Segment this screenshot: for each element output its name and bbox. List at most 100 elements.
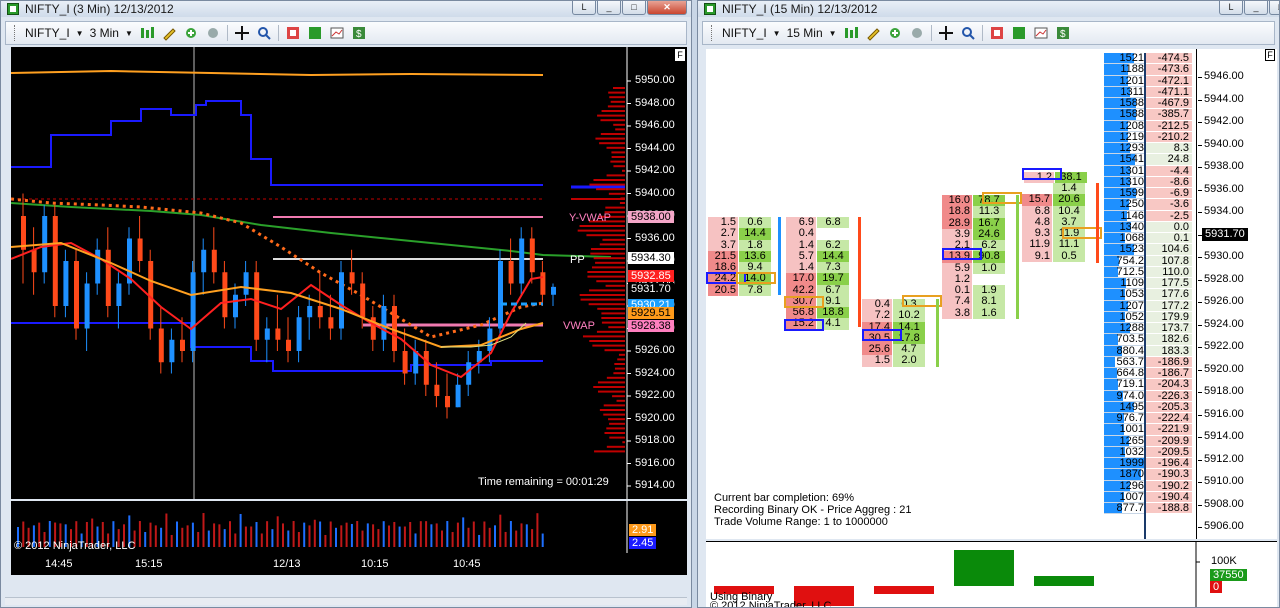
candle-body bbox=[264, 328, 270, 340]
restore-button[interactable]: L bbox=[1219, 1, 1243, 15]
footprint-ask-cell: 6.8 bbox=[817, 216, 849, 229]
svg-text:$: $ bbox=[356, 29, 362, 40]
volume-bar bbox=[398, 526, 401, 547]
candle-body bbox=[95, 249, 101, 284]
add-indicator-icon[interactable] bbox=[183, 25, 199, 41]
chart-properties-icon[interactable] bbox=[1033, 25, 1049, 41]
info-line: Trade Volume Range: 1 to 1000000 bbox=[714, 516, 888, 528]
volume-profile-bar bbox=[603, 413, 625, 416]
toolbar-grip bbox=[711, 25, 714, 41]
dollar-icon[interactable]: $ bbox=[351, 25, 367, 41]
price-tick bbox=[1198, 144, 1202, 146]
ladder-volume: 1588 bbox=[1104, 109, 1144, 121]
right-window-title: NIFTY_I (15 Min) 12/13/2012 bbox=[722, 2, 878, 16]
price-axis-label: 5926.00 bbox=[1204, 295, 1244, 307]
right-title-bar[interactable]: NIFTY_I (15 Min) 12/13/2012 L _ □ bbox=[698, 1, 1279, 17]
minimize-button[interactable]: _ bbox=[597, 1, 621, 15]
restore-button[interactable]: L bbox=[572, 1, 596, 15]
f-button[interactable]: F bbox=[1265, 49, 1275, 61]
price-axis-label: 5910.00 bbox=[1204, 475, 1244, 487]
f-button[interactable]: F bbox=[675, 49, 685, 61]
strategy-icon[interactable] bbox=[909, 25, 925, 41]
crosshair-icon[interactable] bbox=[234, 25, 250, 41]
candle-body bbox=[307, 306, 313, 318]
volume-profile-bar bbox=[613, 165, 625, 168]
volume-profile-bar bbox=[589, 340, 625, 342]
left-title-bar[interactable]: NIFTY_I (3 Min) 12/13/2012 L _ □ ✕ bbox=[1, 1, 691, 17]
add-indicator-icon[interactable] bbox=[887, 25, 903, 41]
toolbar-separator bbox=[277, 25, 279, 41]
ladder-divider bbox=[1144, 53, 1146, 539]
volume-profile-bar bbox=[606, 445, 625, 448]
volume-bar bbox=[250, 526, 253, 547]
candle-body bbox=[190, 272, 196, 351]
interval-selector[interactable]: 3 Min bbox=[90, 26, 119, 40]
price-axis-label: 5942.00 bbox=[635, 164, 675, 176]
minimize-button[interactable]: _ bbox=[1244, 1, 1268, 15]
left-volume-panel[interactable]: 2.91 2.45 © 2012 NinjaTrader, LLC bbox=[11, 501, 687, 553]
ninjatrader-icon bbox=[704, 3, 716, 15]
price-axis-label: 5912.00 bbox=[1204, 452, 1244, 465]
left-scrollbar[interactable] bbox=[5, 597, 687, 605]
price-axis-label: 5922.00 bbox=[1204, 340, 1244, 352]
maximize-button[interactable]: □ bbox=[1269, 1, 1279, 15]
price-flag: 5931.70 bbox=[628, 283, 674, 295]
price-axis-label: 5938.00 bbox=[1204, 160, 1244, 172]
price-tick bbox=[1198, 347, 1202, 348]
candle-body bbox=[349, 272, 355, 284]
price-tick bbox=[1198, 189, 1202, 191]
data-box-icon[interactable] bbox=[1011, 25, 1027, 41]
strategy-icon[interactable] bbox=[205, 25, 221, 41]
toolbar-grip bbox=[14, 25, 17, 41]
ladder-delta: -473.6 bbox=[1146, 64, 1192, 76]
delta-panel[interactable]: 100K 37550 0 Using Binary © 2012 NinjaTra… bbox=[706, 541, 1277, 608]
chevron-down-icon[interactable]: ▼ bbox=[773, 29, 781, 38]
bar-type-icon[interactable] bbox=[843, 25, 859, 41]
chart-properties-icon[interactable] bbox=[329, 25, 345, 41]
price-axis-label: 5942.00 bbox=[1204, 115, 1244, 127]
bar-type-icon[interactable] bbox=[139, 25, 155, 41]
volume-profile-bar bbox=[606, 146, 625, 149]
left-price-panel[interactable]: Y-VWAP PP VWAP Time remaining = 00:01:29… bbox=[11, 47, 687, 499]
chevron-down-icon[interactable]: ▼ bbox=[76, 29, 84, 38]
volume-bar bbox=[451, 532, 454, 547]
instrument-selector[interactable]: NIFTY_I bbox=[25, 26, 70, 40]
chevron-down-icon[interactable]: ▼ bbox=[125, 29, 133, 38]
price-axis-label: 5924.00 bbox=[635, 366, 675, 379]
chart-trader-icon[interactable] bbox=[989, 25, 1005, 41]
delta-axis-label: 100K bbox=[1211, 555, 1237, 567]
crosshair-icon[interactable] bbox=[938, 25, 954, 41]
volume-profile-bar bbox=[601, 312, 625, 315]
pencil-icon[interactable] bbox=[161, 25, 177, 41]
right-toolbar: NIFTY_I ▼ 15 Min ▼ $ bbox=[702, 21, 1275, 45]
close-button[interactable]: ✕ bbox=[647, 1, 687, 15]
price-tick bbox=[1198, 414, 1202, 416]
candle-body bbox=[275, 328, 281, 340]
volume-bar bbox=[441, 530, 443, 547]
data-box-icon[interactable] bbox=[307, 25, 323, 41]
volume-profile-bar bbox=[606, 174, 625, 177]
ladder-delta: 104.6 bbox=[1146, 244, 1192, 256]
instrument-selector[interactable]: NIFTY_I bbox=[722, 26, 767, 40]
right-copyright: © 2012 NinjaTrader, LLC bbox=[710, 600, 832, 608]
footprint-ask-cell: 11.1 bbox=[1053, 239, 1085, 251]
candle-body bbox=[254, 272, 260, 340]
zoom-icon[interactable] bbox=[256, 25, 272, 41]
volume-profile-bar bbox=[609, 436, 625, 439]
delta-svg bbox=[714, 542, 1200, 607]
volume-bar bbox=[329, 521, 332, 547]
last-price-flag: 5931.70 bbox=[1202, 228, 1248, 241]
volume-bar bbox=[483, 521, 486, 547]
ladder-delta: 24.8 bbox=[1146, 154, 1192, 166]
zoom-icon[interactable] bbox=[960, 25, 976, 41]
chevron-down-icon[interactable]: ▼ bbox=[829, 29, 837, 38]
dollar-icon[interactable]: $ bbox=[1055, 25, 1071, 41]
pencil-icon[interactable] bbox=[865, 25, 881, 41]
footprint-panel[interactable]: 1.5 0.6 2.7 14.4 3.7 1.8 21.5 13.6 18.6 9.4 24.2 14… bbox=[706, 49, 1277, 539]
volume-bar bbox=[276, 516, 279, 547]
volume-bar bbox=[197, 531, 200, 547]
interval-selector[interactable]: 15 Min bbox=[787, 26, 823, 40]
candle-body bbox=[423, 351, 429, 385]
chart-trader-icon[interactable] bbox=[285, 25, 301, 41]
maximize-button[interactable]: □ bbox=[622, 1, 646, 15]
